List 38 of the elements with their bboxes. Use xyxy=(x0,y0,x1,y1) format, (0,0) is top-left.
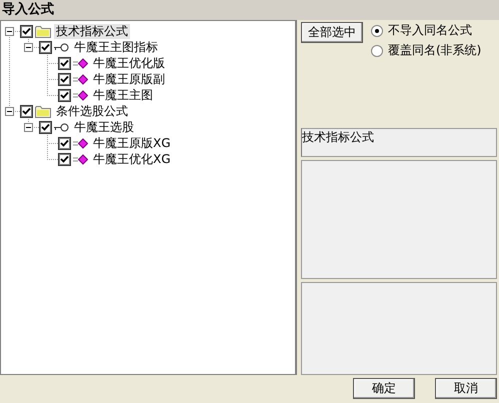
select-all-button[interactable]: 全部选中 xyxy=(301,22,363,43)
collapse-icon[interactable] xyxy=(5,107,14,116)
checkbox[interactable] xyxy=(58,72,71,86)
info-field: 技术指标公式 xyxy=(301,128,497,158)
key-icon xyxy=(54,122,69,132)
checkbox[interactable] xyxy=(20,104,33,118)
formula-icon xyxy=(73,74,88,84)
folder-icon xyxy=(35,104,51,118)
tree-item[interactable]: 条件选股公式 xyxy=(54,104,130,118)
formula-icon xyxy=(73,58,88,68)
tree-item[interactable]: 牛魔王主图 xyxy=(91,88,155,102)
tree-item[interactable]: 牛魔王原版副 xyxy=(91,72,167,86)
tree-item[interactable]: 技术指标公式 xyxy=(54,24,130,38)
tree-item[interactable]: 牛魔王原版XG xyxy=(91,136,173,150)
checkbox[interactable] xyxy=(58,152,71,166)
key-icon xyxy=(54,42,69,52)
checkbox[interactable] xyxy=(20,24,33,38)
tree-item[interactable]: 牛魔王优化版 xyxy=(91,56,167,70)
formula-icon xyxy=(73,154,88,164)
radio-option[interactable]: 不导入同名公式 xyxy=(371,22,482,39)
checkbox[interactable] xyxy=(39,40,52,54)
cancel-button[interactable]: 取消 xyxy=(435,378,497,399)
radio-option[interactable]: 覆盖同名(非系统) xyxy=(371,42,482,59)
checkbox[interactable] xyxy=(58,56,71,70)
collapse-icon[interactable] xyxy=(24,123,33,132)
folder-icon xyxy=(35,24,51,38)
collapse-icon[interactable] xyxy=(24,43,33,52)
formula-icon xyxy=(73,90,88,100)
checkbox[interactable] xyxy=(39,120,52,134)
ok-button[interactable]: 确定 xyxy=(353,378,415,399)
tree-item[interactable]: 牛魔王优化XG xyxy=(91,152,173,166)
tree-item[interactable]: 牛魔王选股 xyxy=(72,120,136,134)
checkbox[interactable] xyxy=(58,88,71,102)
tree-item[interactable]: 牛魔王主图指标 xyxy=(72,40,160,54)
formula-icon xyxy=(73,138,88,148)
window-title: 导入公式 xyxy=(0,0,499,20)
collapse-icon[interactable] xyxy=(5,27,14,36)
checkbox[interactable] xyxy=(58,136,71,150)
